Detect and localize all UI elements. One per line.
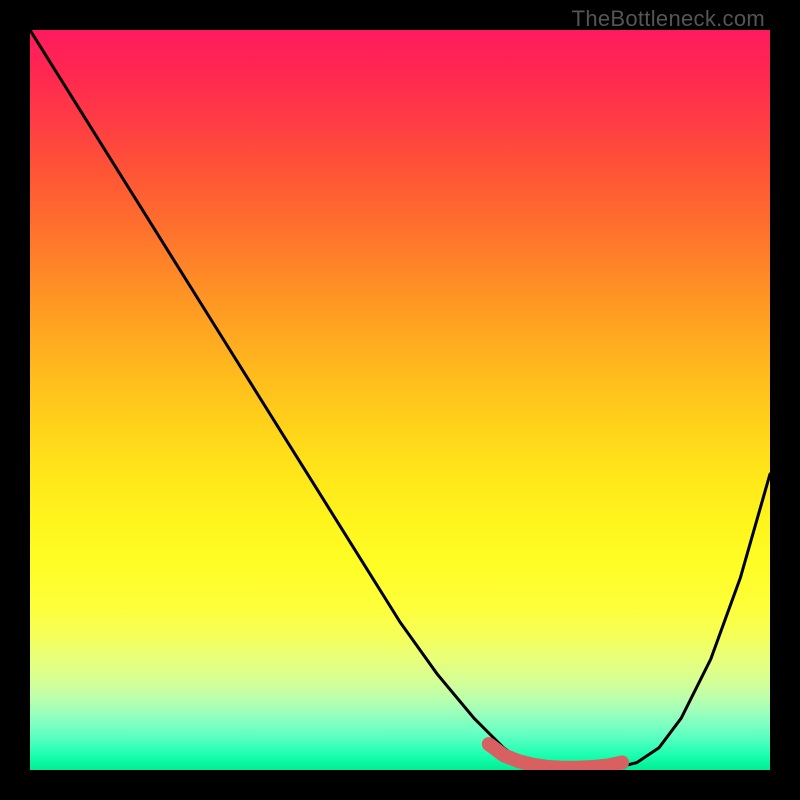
plot-area [30, 30, 770, 770]
curve-svg [30, 30, 770, 770]
optimal-zone-path [489, 744, 622, 768]
bottleneck-curve-path [30, 30, 770, 769]
optimal-zone-end-dot [615, 756, 629, 770]
watermark-text: TheBottleneck.com [572, 6, 765, 32]
chart-container: TheBottleneck.com [0, 0, 800, 800]
